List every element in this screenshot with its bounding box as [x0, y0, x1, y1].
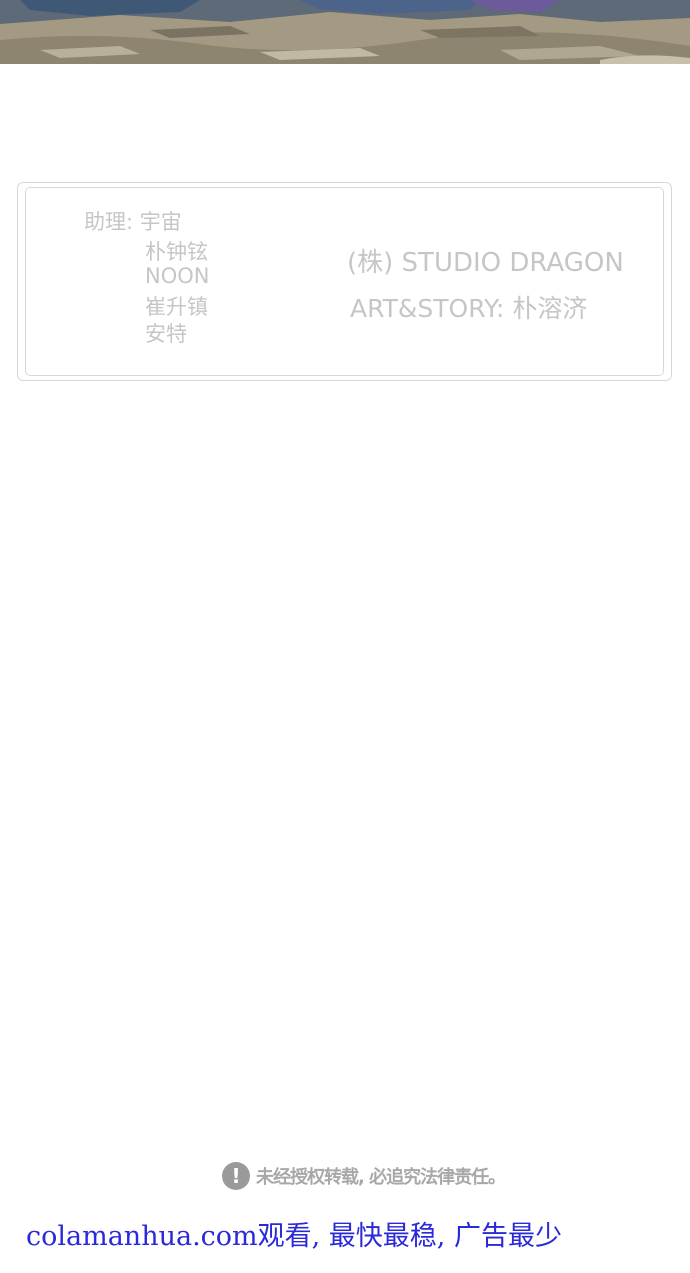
assistants-label: 助理: 宇宙 [84, 210, 182, 234]
exclamation-icon: ! [222, 1162, 250, 1190]
copyright-notice: ! 未经授权转载, 必追究法律责任。 [222, 1161, 506, 1191]
studio-credit: (株) STUDIO DRAGON [347, 248, 624, 278]
assistant-name: 朴钟铉 [145, 240, 208, 264]
art-story-credit: ART&STORY: 朴溶济 [350, 294, 588, 323]
assistant-name: NOON [145, 264, 210, 288]
notice-text: 未经授权转载, 必追究法律责任。 [256, 1167, 506, 1188]
comic-panel-art [0, 0, 690, 64]
assistant-name: 安特 [145, 322, 187, 346]
promo-text: colamanhua.com观看, 最快最稳, 广告最少 [26, 1221, 562, 1252]
assistant-name: 崔升镇 [145, 295, 208, 319]
comic-panel-image [0, 0, 690, 64]
